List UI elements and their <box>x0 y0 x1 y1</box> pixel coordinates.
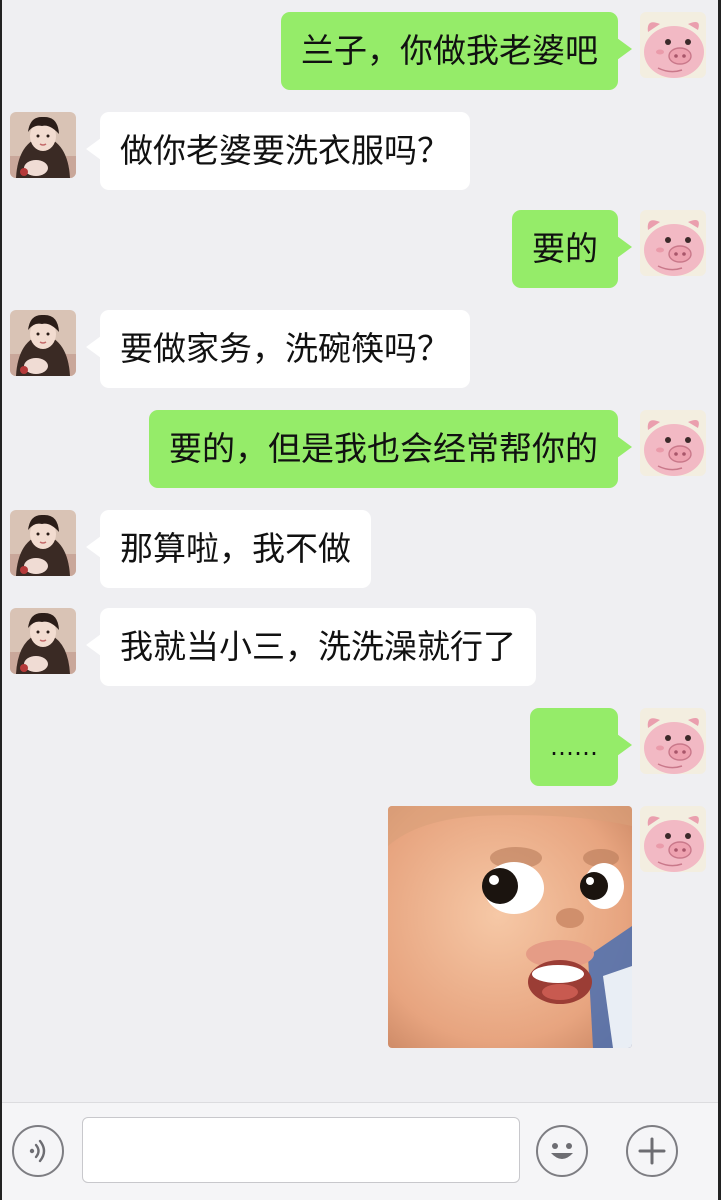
plus-button[interactable] <box>626 1125 678 1177</box>
woman-photo-avatar[interactable] <box>10 310 76 376</box>
input-bar <box>2 1102 718 1200</box>
message-input[interactable] <box>82 1117 520 1183</box>
chat-window: 兰子，你做我老婆吧 做你老婆要洗衣服吗？ 要的 要做家务，洗碗筷吗？ 要的，但是… <box>2 0 718 1200</box>
pink-pig-avatar[interactable] <box>640 12 706 78</box>
my-message-bubble[interactable]: 要的，但是我也会经常帮你的 <box>149 410 632 488</box>
woman-photo-icon <box>10 608 76 674</box>
surprised-baby-face-sticker[interactable] <box>388 806 632 1048</box>
their-message-bubble[interactable]: 我就当小三，洗洗澡就行了 <box>86 608 536 686</box>
my-message-bubble[interactable]: …… <box>530 708 632 786</box>
woman-photo-avatar[interactable] <box>10 112 76 178</box>
emoji-icon <box>551 1143 573 1159</box>
plus-icon <box>638 1137 666 1165</box>
pink-pig-icon <box>640 210 706 276</box>
woman-photo-icon <box>10 310 76 376</box>
their-message-bubble[interactable]: 那算啦，我不做 <box>86 510 371 588</box>
baby-face-illustration <box>388 806 632 1048</box>
pink-pig-icon <box>640 806 706 872</box>
woman-photo-icon <box>10 112 76 178</box>
their-message-bubble[interactable]: 要做家务，洗碗筷吗？ <box>86 310 470 388</box>
pink-pig-icon <box>640 12 706 78</box>
pink-pig-avatar[interactable] <box>640 708 706 774</box>
pink-pig-icon <box>640 410 706 476</box>
message-list[interactable]: 兰子，你做我老婆吧 做你老婆要洗衣服吗？ 要的 要做家务，洗碗筷吗？ 要的，但是… <box>2 0 718 1102</box>
woman-photo-avatar[interactable] <box>10 510 76 576</box>
woman-photo-avatar[interactable] <box>10 608 76 674</box>
my-message-bubble[interactable]: 兰子，你做我老婆吧 <box>281 12 632 90</box>
woman-photo-icon <box>10 510 76 576</box>
pink-pig-avatar[interactable] <box>640 806 706 872</box>
pink-pig-avatar[interactable] <box>640 210 706 276</box>
pink-pig-icon <box>640 708 706 774</box>
pink-pig-avatar[interactable] <box>640 410 706 476</box>
their-message-bubble[interactable]: 做你老婆要洗衣服吗？ <box>86 112 470 190</box>
voice-icon <box>29 1139 46 1163</box>
my-message-bubble[interactable]: 要的 <box>512 210 632 288</box>
emoji-button[interactable] <box>536 1125 588 1177</box>
voice-button[interactable] <box>12 1125 64 1177</box>
